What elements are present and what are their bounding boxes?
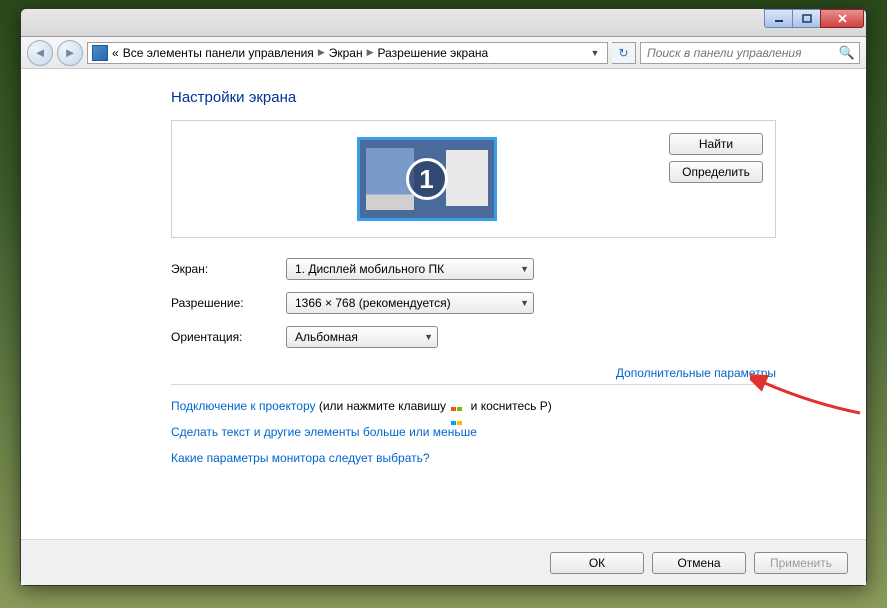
screen-select[interactable]: 1. Дисплей мобильного ПК ▼ [286, 258, 534, 280]
search-input[interactable] [645, 45, 839, 61]
refresh-icon: ↻ [618, 46, 628, 60]
resolution-select[interactable]: 1366 × 768 (рекомендуется) ▼ [286, 292, 534, 314]
minimize-button[interactable] [764, 9, 793, 28]
maximize-icon [802, 14, 812, 24]
titlebar [21, 9, 866, 37]
maximize-button[interactable] [792, 9, 821, 28]
forward-button[interactable]: ► [57, 40, 83, 66]
resolution-value: 1366 × 768 (рекомендуется) [295, 296, 451, 310]
breadcrumb-item[interactable]: Экран [329, 46, 363, 60]
cancel-button[interactable]: Отмена [652, 552, 746, 574]
back-button[interactable]: ◄ [27, 40, 53, 66]
orientation-value: Альбомная [295, 330, 358, 344]
search-icon: 🔍 [839, 45, 855, 61]
preview-window-icon [446, 150, 488, 206]
which-monitor-link[interactable]: Какие параметры монитора следует выбрать… [171, 451, 430, 465]
close-icon [837, 13, 848, 24]
chevron-down-icon: ▼ [424, 332, 433, 342]
resolution-label: Разрешение: [171, 296, 286, 310]
window-buttons [765, 9, 864, 28]
breadcrumb-prefix: « [112, 46, 119, 60]
breadcrumb-item[interactable]: Все элементы панели управления [123, 46, 314, 60]
breadcrumb-item[interactable]: Разрешение экрана [378, 46, 489, 60]
display-form: Экран: 1. Дисплей мобильного ПК ▼ Разреш… [171, 258, 776, 348]
screen-value: 1. Дисплей мобильного ПК [295, 262, 444, 276]
windows-key-icon [451, 401, 465, 412]
button-bar: ОК Отмена Применить [21, 539, 866, 585]
find-button[interactable]: Найти [669, 133, 763, 155]
screen-label: Экран: [171, 262, 286, 276]
display-preview[interactable]: 1 [184, 133, 669, 225]
chevron-right-icon[interactable]: ▶ [367, 47, 374, 58]
address-bar[interactable]: « Все элементы панели управления ▶ Экран… [87, 42, 608, 64]
minimize-icon [774, 14, 784, 24]
content-area: Настройки экрана 1 Найти Определить Экра… [21, 69, 866, 585]
projector-line: Подключение к проектору (или нажмите кла… [171, 399, 776, 413]
projector-link[interactable]: Подключение к проектору [171, 399, 316, 413]
identify-button[interactable]: Определить [669, 161, 763, 183]
nav-bar: ◄ ► « Все элементы панели управления ▶ Э… [21, 37, 866, 69]
chevron-right-icon[interactable]: ▶ [318, 47, 325, 58]
orientation-select[interactable]: Альбомная ▼ [286, 326, 438, 348]
page-title: Настройки экрана [171, 89, 776, 106]
chevron-down-icon: ▼ [520, 264, 529, 274]
display-preview-box: 1 Найти Определить [171, 120, 776, 238]
ok-button[interactable]: ОК [550, 552, 644, 574]
advanced-settings-link[interactable]: Дополнительные параметры [616, 366, 776, 380]
apply-button[interactable]: Применить [754, 552, 848, 574]
control-panel-window: ◄ ► « Все элементы панели управления ▶ Э… [20, 8, 867, 586]
search-box[interactable]: 🔍 [640, 42, 860, 64]
monitor-number: 1 [406, 158, 448, 200]
refresh-button[interactable]: ↻ [612, 42, 636, 64]
address-dropdown[interactable]: ▼ [587, 48, 603, 58]
control-panel-icon [92, 45, 108, 61]
close-button[interactable] [820, 9, 864, 28]
chevron-down-icon: ▼ [520, 298, 529, 308]
arrow-right-icon: ► [64, 45, 77, 60]
text-size-link[interactable]: Сделать текст и другие элементы больше и… [171, 425, 477, 439]
monitor-thumbnail[interactable]: 1 [357, 137, 497, 221]
arrow-left-icon: ◄ [34, 45, 47, 60]
orientation-label: Ориентация: [171, 330, 286, 344]
